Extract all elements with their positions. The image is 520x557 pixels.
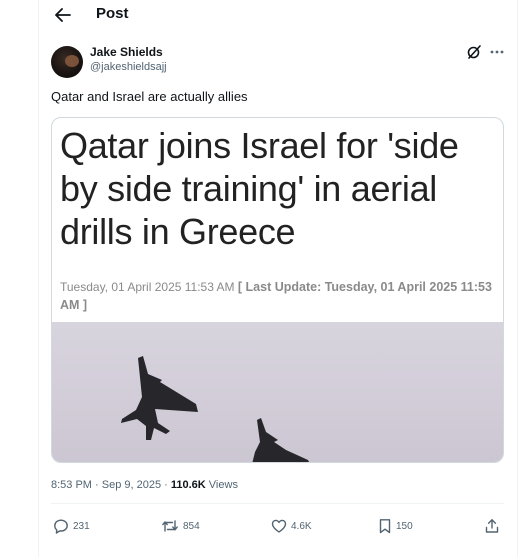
views-count: 110.6K — [170, 479, 206, 491]
card-image — [52, 322, 503, 462]
more-icon — [490, 50, 504, 54]
fighter-jet-1 — [121, 356, 198, 440]
reply-icon — [54, 519, 68, 534]
divider — [51, 503, 504, 504]
repost-count: 854 — [183, 520, 200, 532]
author-name[interactable]: Jake Shields — [90, 45, 163, 59]
bookmark-icon — [379, 519, 391, 534]
card-date-line: Tuesday, 01 April 2025 11:53 AM [ Last U… — [60, 278, 500, 314]
link-card[interactable]: Qatar joins Israel for 'side by side tra… — [51, 117, 504, 463]
share-button[interactable] — [484, 516, 504, 536]
views-label: Views — [208, 479, 238, 491]
avatar[interactable] — [51, 46, 83, 78]
author-handle[interactable]: @jakeshieldsajj — [90, 61, 167, 73]
post-timestamp: 8:53 PM · Sep 9, 2025 · 110.6K Views — [51, 479, 238, 491]
grok-button[interactable] — [466, 44, 482, 60]
more-options-button[interactable] — [488, 44, 506, 60]
page-header: Post — [39, 0, 517, 32]
like-count: 4.6K — [291, 520, 312, 532]
back-button[interactable] — [51, 4, 75, 26]
page-title: Post — [96, 5, 129, 22]
repost-icon — [162, 520, 178, 532]
card-date: Tuesday, 01 April 2025 11:53 AM — [60, 280, 235, 294]
right-column-border — [517, 0, 518, 557]
fighter-jet-2 — [252, 418, 309, 462]
heart-icon — [271, 519, 287, 533]
repost-button[interactable]: 854 — [161, 516, 200, 536]
card-headline: Qatar joins Israel for 'side by side tra… — [60, 125, 459, 253]
bookmark-count: 150 — [396, 520, 413, 532]
jets-illustration — [121, 356, 309, 462]
like-button[interactable]: 4.6K — [271, 516, 312, 536]
reply-button[interactable]: 231 — [53, 516, 90, 536]
post-time[interactable]: 8:53 PM · Sep 9, 2025 — [51, 479, 161, 491]
arrow-left-icon — [55, 8, 71, 22]
post-text: Qatar and Israel are actually allies — [51, 89, 248, 104]
reply-count: 231 — [73, 520, 90, 532]
grok-icon — [467, 45, 481, 59]
share-icon — [485, 519, 499, 533]
bookmark-button[interactable]: 150 — [378, 516, 413, 536]
left-column-border — [38, 0, 39, 557]
